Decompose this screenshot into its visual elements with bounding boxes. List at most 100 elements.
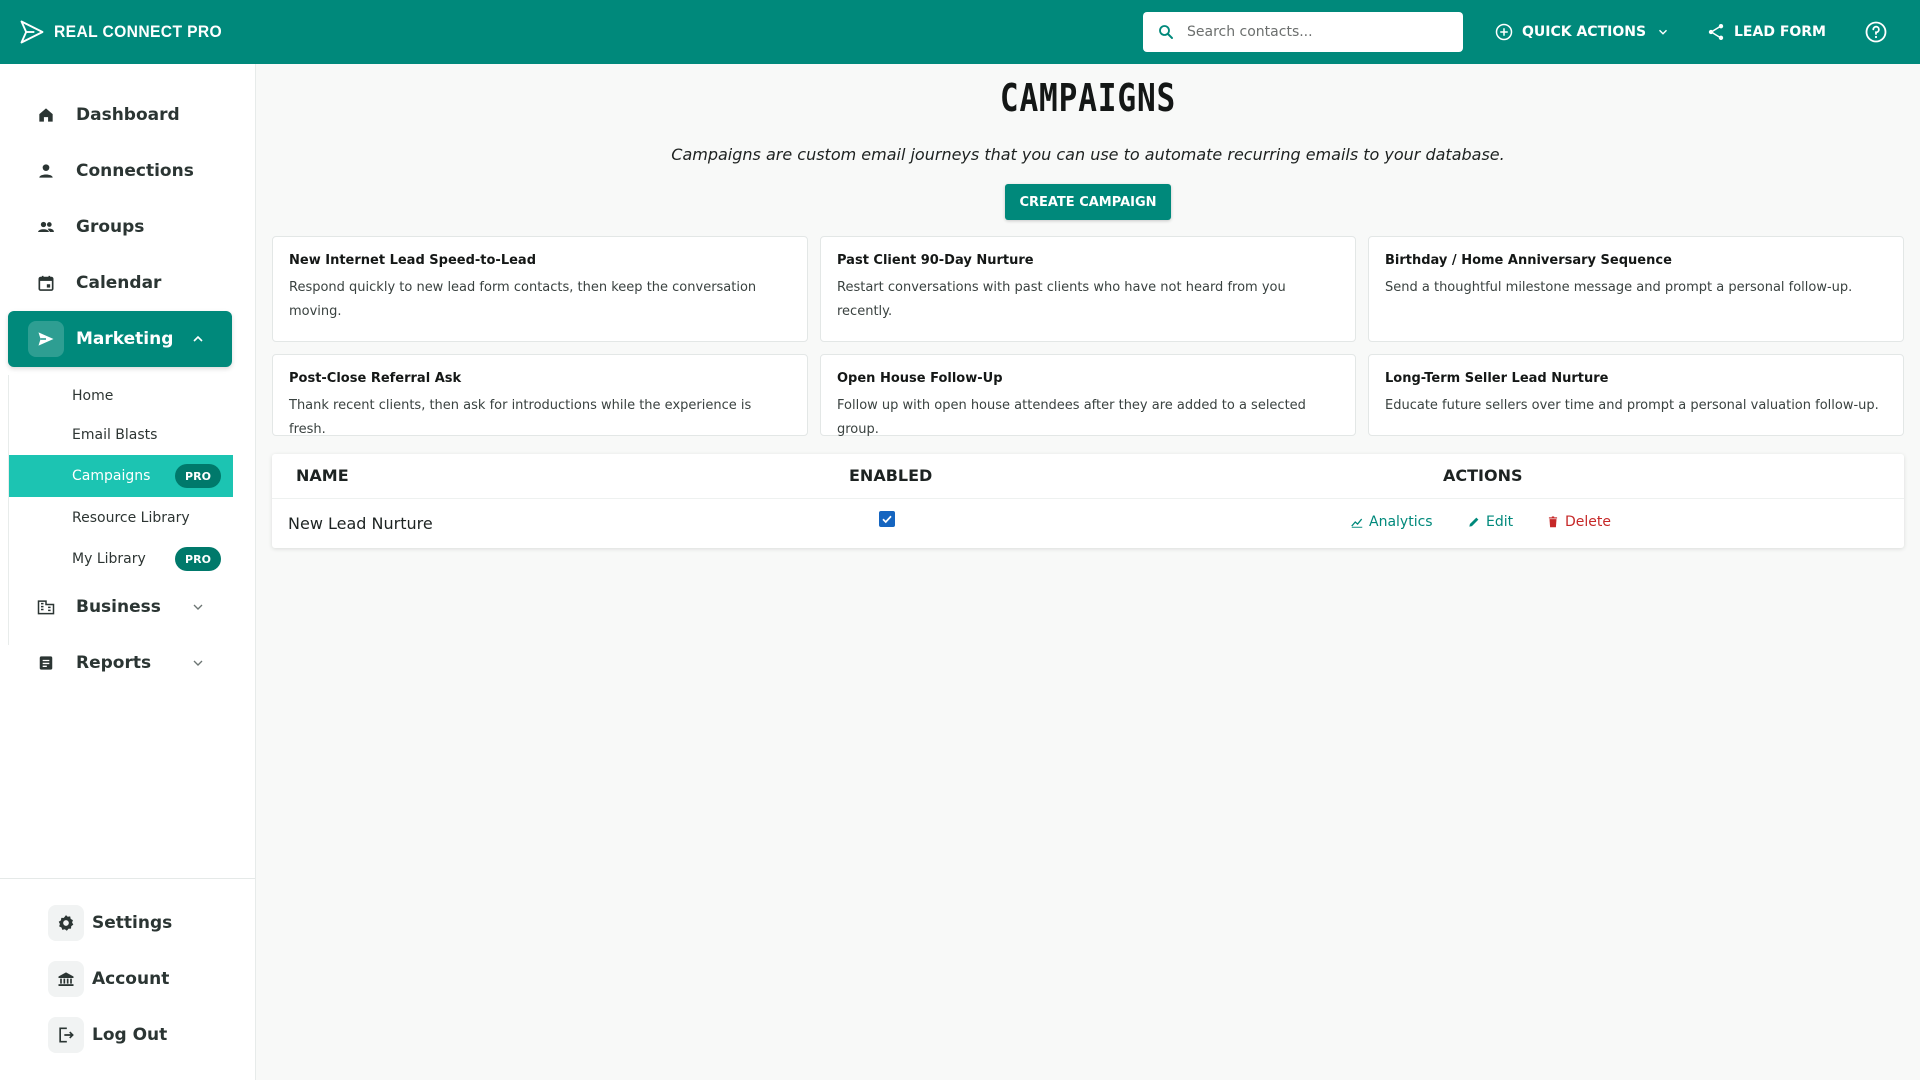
lead-form-label: LEAD FORM: [1734, 24, 1826, 40]
page-subtitle: Campaigns are custom email journeys that…: [671, 145, 1505, 164]
sidebar-item-logout[interactable]: Log Out: [24, 1007, 244, 1063]
quick-actions-label: QUICK ACTIONS: [1522, 24, 1647, 40]
top-app-bar: REAL CONNECT PRO QUICK ACTIONS LEAD FORM: [0, 0, 1920, 64]
send-icon: [28, 321, 64, 357]
sidebar-item-label: Account: [92, 969, 170, 989]
template-title: Open House Follow-Up: [837, 371, 1003, 386]
template-title: New Internet Lead Speed-to-Lead: [289, 253, 537, 268]
sidebar-item-label: Connections: [76, 161, 194, 181]
template-title: Post-Close Referral Ask: [289, 371, 462, 386]
subnav-item-label: Campaigns: [72, 468, 151, 484]
subnav-item-label: My Library: [72, 551, 146, 567]
group-icon: [28, 209, 64, 245]
column-header-actions: ACTIONS: [1443, 466, 1523, 485]
subnav-item-label: Resource Library: [72, 510, 190, 526]
share-icon: [1708, 24, 1724, 40]
sidebar-item-label: Business: [76, 597, 161, 617]
sidebar-item-calendar[interactable]: Calendar: [8, 255, 232, 311]
sidebar-item-label: Marketing: [76, 329, 174, 349]
search-input[interactable]: [1187, 24, 1457, 40]
lead-form-button[interactable]: LEAD FORM: [1706, 0, 1826, 64]
app-name: REAL CONNECT PRO: [54, 22, 223, 41]
subnav-item-my-library[interactable]: My Library PRO: [9, 538, 233, 580]
analytics-link[interactable]: Analytics: [1350, 514, 1433, 530]
report-icon: [28, 645, 64, 681]
help-icon: [1865, 21, 1887, 43]
delete-label: Delete: [1565, 514, 1611, 530]
edit-link[interactable]: Edit: [1467, 514, 1513, 530]
trash-icon: [1548, 516, 1558, 528]
subnav-item-label: Home: [72, 388, 114, 404]
sidebar-item-label: Dashboard: [76, 105, 180, 125]
analytics-label: Analytics: [1369, 514, 1433, 530]
analytics-icon: [1351, 518, 1363, 528]
template-card[interactable]: New Internet Lead Speed-to-Lead Respond …: [272, 236, 808, 342]
chevron-up-icon: [193, 335, 203, 342]
template-card[interactable]: Open House Follow-Up Follow up with open…: [820, 354, 1356, 437]
template-description: Follow up with open house attendees afte…: [837, 398, 1306, 437]
template-card[interactable]: Birthday / Home Anniversary Sequence Sen…: [1368, 236, 1904, 342]
help-button[interactable]: [1864, 0, 1888, 64]
add-circle-icon: [1495, 23, 1513, 41]
page-title: CAMPAIGNS: [999, 76, 1177, 120]
subnav-item-campaigns[interactable]: Campaigns PRO: [9, 455, 233, 497]
sidebar-item-dashboard[interactable]: Dashboard: [8, 87, 232, 143]
column-header-name: NAME: [296, 466, 349, 485]
check-icon: [882, 515, 892, 524]
pencil-icon: [1469, 517, 1479, 527]
subnav-item-home[interactable]: Home: [9, 375, 233, 417]
subnav-item-label: Email Blasts: [72, 427, 158, 443]
bank-icon: [48, 961, 84, 997]
template-description: Send a thoughtful milestone message and …: [1385, 280, 1853, 295]
template-title: Birthday / Home Anniversary Sequence: [1385, 253, 1672, 268]
quick-actions-button[interactable]: QUICK ACTIONS: [1494, 0, 1670, 64]
sidebar-item-label: Calendar: [76, 273, 162, 293]
sidebar-item-marketing[interactable]: Marketing: [8, 311, 232, 367]
campaign-name: New Lead Nurture: [288, 514, 433, 533]
building-icon: [28, 589, 64, 625]
sidebar-item-reports[interactable]: Reports: [8, 635, 232, 691]
enabled-checkbox[interactable]: [879, 511, 895, 527]
template-card[interactable]: Past Client 90-Day Nurture Restart conve…: [820, 236, 1356, 342]
template-card[interactable]: Long-Term Seller Lead Nurture Educate fu…: [1368, 354, 1904, 436]
create-campaign-button[interactable]: CREATE CAMPAIGN: [1005, 184, 1171, 220]
sidebar-item-settings[interactable]: Settings: [24, 895, 244, 951]
sidebar-item-label: Log Out: [92, 1025, 168, 1045]
sidebar-item-label: Reports: [76, 653, 152, 673]
campaigns-table: NAME ENABLED ACTIONS New Lead Nurture An…: [272, 454, 1904, 548]
edit-label: Edit: [1486, 514, 1514, 530]
subnav-item-email-blasts[interactable]: Email Blasts: [9, 414, 233, 456]
search-icon: [1159, 25, 1173, 39]
template-description: Thank recent clients, then ask for intro…: [289, 398, 752, 437]
brand[interactable]: REAL CONNECT PRO: [18, 18, 237, 46]
logo-send-icon: [20, 20, 44, 44]
template-description: Educate future sellers over time and pro…: [1385, 398, 1879, 413]
sidebar: Dashboard Connections Groups Calendar Ma…: [0, 64, 256, 1080]
subnav-item-resource-library[interactable]: Resource Library: [9, 497, 233, 539]
pro-badge: PRO: [175, 547, 221, 571]
chevron-down-icon: [193, 660, 203, 666]
sidebar-item-groups[interactable]: Groups: [8, 199, 232, 255]
sidebar-item-connections[interactable]: Connections: [8, 143, 232, 199]
chevron-down-icon: [193, 604, 203, 610]
logout-icon: [48, 1017, 84, 1053]
delete-link[interactable]: Delete: [1546, 514, 1611, 530]
sidebar-divider: [0, 878, 255, 879]
person-icon: [28, 153, 64, 189]
sidebar-item-business[interactable]: Business: [8, 579, 232, 635]
template-description: Respond quickly to new lead form contact…: [289, 280, 757, 319]
sidebar-item-account[interactable]: Account: [24, 951, 244, 1007]
template-title: Past Client 90-Day Nurture: [837, 253, 1034, 268]
template-description: Restart conversations with past clients …: [837, 280, 1286, 319]
calendar-icon: [28, 265, 64, 301]
home-icon: [28, 97, 64, 133]
table-row: New Lead Nurture Analytics Edit Delete: [272, 498, 1904, 548]
sidebar-item-label: Groups: [76, 217, 145, 237]
column-header-enabled: ENABLED: [849, 466, 933, 485]
search-box[interactable]: [1143, 12, 1463, 52]
sidebar-item-label: Settings: [92, 913, 173, 933]
pro-badge: PRO: [175, 464, 221, 488]
gear-icon: [48, 905, 84, 941]
template-card[interactable]: Post-Close Referral Ask Thank recent cli…: [272, 354, 808, 437]
template-title: Long-Term Seller Lead Nurture: [1385, 371, 1609, 386]
